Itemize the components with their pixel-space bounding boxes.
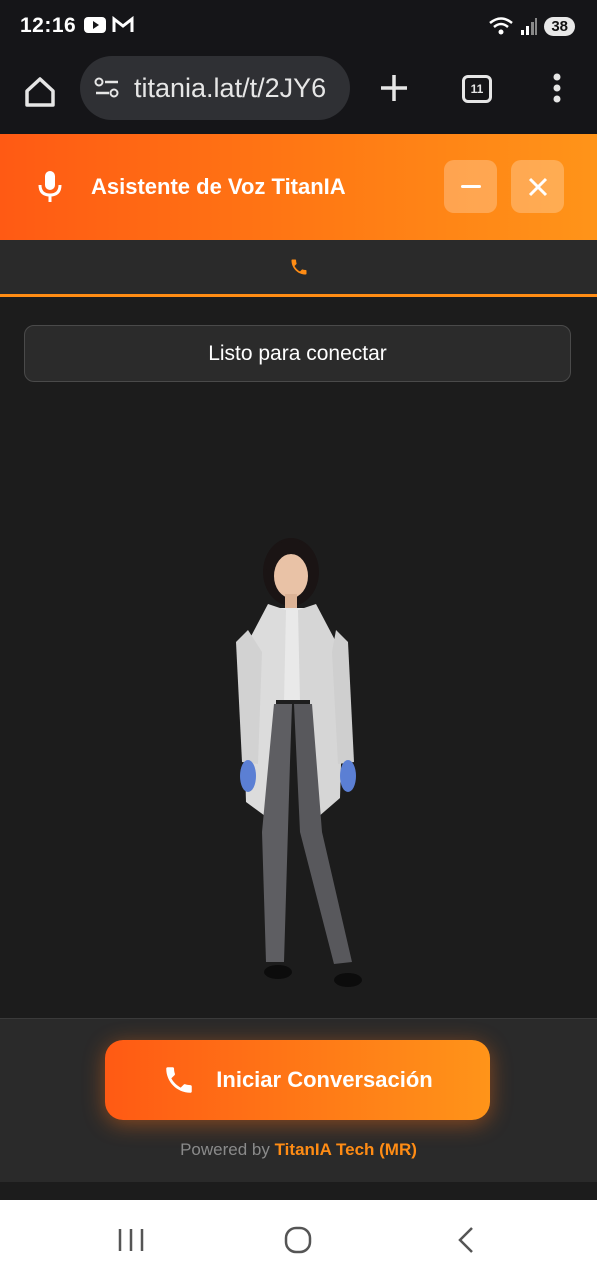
start-conversation-label: Iniciar Conversación <box>216 1067 433 1092</box>
site-settings-icon[interactable] <box>94 77 120 99</box>
assistant-title: Asistente de Voz TitanIA <box>91 174 346 199</box>
system-icons: 38 <box>488 15 575 37</box>
avatar-3d <box>0 532 597 1002</box>
recent-apps-icon <box>118 1229 144 1251</box>
brand-link[interactable]: TitanIA Tech (MR) <box>275 1140 417 1159</box>
close-button[interactable] <box>511 160 564 213</box>
avatar-figure <box>236 538 362 987</box>
close-icon <box>528 177 547 196</box>
new-tab-button[interactable] <box>372 66 416 110</box>
powered-prefix: Powered by <box>180 1140 270 1159</box>
home-button[interactable] <box>18 70 62 114</box>
back-button[interactable] <box>446 1222 486 1258</box>
browser-menu-button[interactable] <box>540 66 574 110</box>
tab-voice-call[interactable] <box>0 240 597 297</box>
minus-icon <box>460 184 481 188</box>
home-nav-button[interactable] <box>278 1222 318 1258</box>
assistant-header: Asistente de Voz TitanIA <box>0 134 597 240</box>
gmail-icon <box>112 16 134 32</box>
status-bar: 12:16 38 <box>0 0 597 54</box>
url-text: titania.lat/t/2JY6 <box>134 72 327 103</box>
recent-apps-button[interactable] <box>111 1222 151 1258</box>
browser-toolbar: titania.lat/t/2JY6 11 <box>0 54 597 134</box>
screen: 12:16 38 titania.lat/t/2JY6 11 Asistente… <box>0 0 597 1280</box>
more-vert-icon <box>553 73 561 103</box>
main-area: Listo para conectar <box>0 297 597 1018</box>
phone-icon <box>166 1067 193 1093</box>
minimize-button[interactable] <box>444 160 497 213</box>
signal-icon <box>521 18 538 35</box>
home-icon <box>25 77 55 107</box>
notification-icons <box>84 16 134 34</box>
home-circle-icon <box>284 1226 312 1254</box>
youtube-icon <box>84 17 106 33</box>
system-navigation-bar <box>0 1200 597 1280</box>
phone-icon <box>291 259 306 275</box>
microphone-icon <box>38 171 62 202</box>
plus-icon <box>381 75 407 101</box>
connection-status: Listo para conectar <box>24 325 571 382</box>
powered-by: Powered by TitanIA Tech (MR) <box>0 1140 597 1160</box>
back-icon <box>458 1227 473 1253</box>
start-conversation-button[interactable]: Iniciar Conversación <box>105 1040 490 1120</box>
tab-switcher-button[interactable]: 11 <box>462 75 492 103</box>
status-time: 12:16 <box>20 14 77 37</box>
battery-indicator: 38 <box>544 16 575 36</box>
wifi-icon <box>489 17 514 35</box>
footer: Iniciar Conversación Powered by TitanIA … <box>0 1018 597 1182</box>
page-bottom-gap <box>0 1182 597 1200</box>
address-bar[interactable]: titania.lat/t/2JY6 <box>80 56 350 120</box>
